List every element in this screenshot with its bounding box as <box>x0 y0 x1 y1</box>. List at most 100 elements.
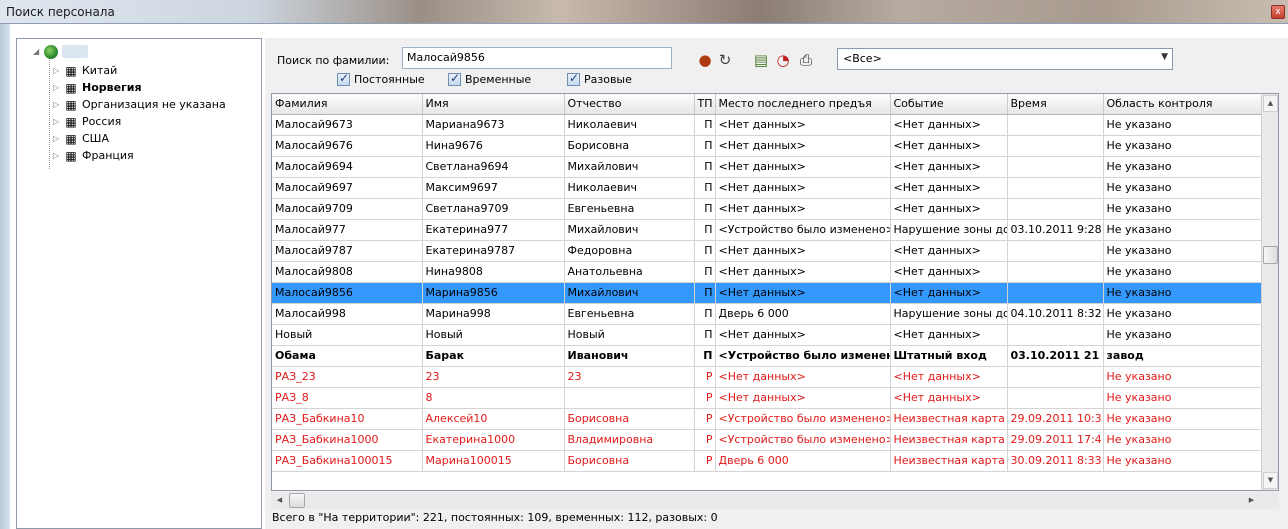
book-icon[interactable]: ▤ <box>751 50 771 70</box>
table-cell: завод <box>1103 345 1262 367</box>
table-cell: Михайлович <box>564 219 695 241</box>
table-cell: Мариана9673 <box>422 114 565 136</box>
organization-tree[interactable]: ◢ Все ▷ ▦ Китай ▷ ▦ Норвегия ▷ ▦ Организация не … <box>16 38 262 529</box>
table-cell: Неизвестная карта <box>890 408 1008 430</box>
table-row[interactable]: Малосай9856 Марина9856 Михайлович П <Нет дан… <box>272 282 1262 304</box>
table-row[interactable]: Малосай9697 Максим9697 Николаевич П <Нет дан… <box>272 177 1262 199</box>
column-header[interactable]: Место последнего предъя <box>715 94 891 115</box>
tree-item[interactable]: ▷ ▦ США <box>53 130 109 147</box>
table-cell: Малосай9694 <box>272 156 423 178</box>
expand-icon[interactable]: ▷ <box>53 83 63 92</box>
table-cell: П <box>694 324 716 346</box>
table-cell: Максим9697 <box>422 177 565 199</box>
permanent-checkbox[interactable]: Постоянные <box>337 71 425 86</box>
tree-item[interactable]: ▷ ▦ Россия <box>53 113 121 130</box>
close-button[interactable]: x <box>1271 5 1285 19</box>
table-cell: Не указано <box>1103 387 1262 409</box>
scroll-left-icon[interactable]: ◀ <box>272 493 287 508</box>
table-cell: Светлана9709 <box>422 198 565 220</box>
table-row[interactable]: РАЗ_Бабкина10 Алексей10 Борисовна Р <Устройс… <box>272 408 1262 430</box>
table-cell <box>1007 177 1104 199</box>
table-cell: РАЗ_Бабкина1000 <box>272 429 423 451</box>
window-title: Поиск персонала <box>6 5 115 19</box>
tree-item[interactable]: ▷ ▦ Китай <box>53 62 117 79</box>
print-icon[interactable]: ⎙ <box>796 50 816 70</box>
table-cell: <Нет данных> <box>715 366 891 388</box>
column-header[interactable]: Фамилия <box>272 94 423 115</box>
filter-dropdown[interactable]: <Все> ▼ <box>837 48 1173 70</box>
tree-root-label: Все <box>62 45 89 58</box>
table-row[interactable]: Малосай9676 Нина9676 Борисовна П <Нет данных… <box>272 135 1262 157</box>
tree-item-label: Китай <box>82 64 118 77</box>
collapse-icon[interactable]: ◢ <box>33 47 43 56</box>
table-row[interactable]: Малосай9709 Светлана9709 Евгеньевна П <Нет д… <box>272 198 1262 220</box>
tree-item[interactable]: ▷ ▦ Норвегия <box>53 79 142 96</box>
table-cell: Не указано <box>1103 282 1262 304</box>
table-row[interactable]: Малосай9694 Светлана9694 Михайлович П <Нет д… <box>272 156 1262 178</box>
expand-icon[interactable]: ▷ <box>53 134 63 143</box>
vertical-scrollbar[interactable]: ▲ ▼ <box>1261 94 1278 490</box>
table-cell: Не указано <box>1103 198 1262 220</box>
column-header[interactable]: ТП <box>694 94 716 115</box>
column-header[interactable]: Область контроля <box>1103 94 1262 115</box>
table-cell: Барак <box>422 345 565 367</box>
table-row[interactable]: Малосай998 Марина998 Евгеньевна П Дверь 6 00… <box>272 303 1262 325</box>
column-header[interactable]: Имя <box>422 94 565 115</box>
vertical-scroll-thumb[interactable] <box>1263 246 1278 264</box>
temporary-checkbox[interactable]: Временные <box>448 71 531 86</box>
table-cell: Николаевич <box>564 114 695 136</box>
building-icon: ▦ <box>65 63 77 78</box>
person-icon[interactable]: ● <box>695 50 715 70</box>
horizontal-scroll-thumb[interactable] <box>289 493 305 508</box>
table-row[interactable]: Малосай977 Екатерина977 Михайлович П <Устрой… <box>272 219 1262 241</box>
onetime-checkbox[interactable]: Разовые <box>567 71 632 86</box>
table-cell: Екатерина9787 <box>422 240 565 262</box>
left-frame <box>0 24 10 529</box>
table-cell: Нарушение зоны доступа <box>890 219 1008 241</box>
check-icon <box>567 71 580 86</box>
expand-icon[interactable]: ▷ <box>53 100 63 109</box>
table-row[interactable]: Обама Барак Иванович П <Устройство было изме… <box>272 345 1262 367</box>
horizontal-scrollbar[interactable]: ◀ ▶ <box>271 492 1279 509</box>
table-cell: Михайлович <box>564 156 695 178</box>
table-cell: П <box>694 303 716 325</box>
expand-icon[interactable]: ▷ <box>53 117 63 126</box>
table-row[interactable]: Малосай9673 Мариана9673 Николаевич П <Нет да… <box>272 114 1262 136</box>
clock-icon[interactable]: ◔ <box>773 50 793 70</box>
table-row[interactable]: Малосай9787 Екатерина9787 Федоровна П <Нет д… <box>272 240 1262 262</box>
column-header[interactable]: Событие <box>890 94 1008 115</box>
personnel-table[interactable]: Фамилия Имя Отчество ТП Место последнего пре… <box>271 93 1279 491</box>
refresh-icon[interactable]: ↻ <box>715 50 735 70</box>
column-header[interactable]: Отчество <box>564 94 695 115</box>
tree-item[interactable]: ▷ ▦ Организация не указана <box>53 96 226 113</box>
table-row[interactable]: Новый Новый Новый П <Нет данных> <Нет данных>… <box>272 324 1262 346</box>
table-cell: <Устройство было изменено> <box>715 345 891 367</box>
table-cell: <Нет данных> <box>890 324 1008 346</box>
scroll-up-icon[interactable]: ▲ <box>1263 95 1278 112</box>
table-cell: Евгеньевна <box>564 303 695 325</box>
table-cell <box>1007 261 1104 283</box>
scroll-down-icon[interactable]: ▼ <box>1263 472 1278 489</box>
table-row[interactable]: РАЗ_Бабкина100015 Марина100015 Борисовна Р Д… <box>272 450 1262 472</box>
surname-search-input[interactable]: Малосай9856 <box>402 47 672 69</box>
table-row[interactable]: РАЗ_23 23 23 Р <Нет данных> <Нет данных> Не ук… <box>272 366 1262 388</box>
table-cell: Не указано <box>1103 156 1262 178</box>
tree-item[interactable]: ▷ ▦ Франция <box>53 147 134 164</box>
expand-icon[interactable]: ▷ <box>53 151 63 160</box>
tree-root[interactable]: ◢ Все <box>33 43 89 60</box>
column-header[interactable]: Время <box>1007 94 1104 115</box>
table-cell: <Нет данных> <box>715 261 891 283</box>
table-cell <box>1007 114 1104 136</box>
tree-item-label: Организация не указана <box>82 98 226 111</box>
table-row[interactable]: РАЗ_Бабкина1000 Екатерина1000 Владимировна… <box>272 429 1262 451</box>
table-row[interactable]: РАЗ_8 8 Р <Нет данных> <Нет данных> Не указан… <box>272 387 1262 409</box>
table-cell: Марина998 <box>422 303 565 325</box>
chevron-down-icon[interactable]: ▼ <box>1161 52 1168 62</box>
table-row[interactable]: Малосай9808 Нина9808 Анатольевна П <Нет данн… <box>272 261 1262 283</box>
table-cell: Не указано <box>1103 429 1262 451</box>
scroll-right-icon[interactable]: ▶ <box>1244 493 1259 508</box>
table-cell: Малосай9709 <box>272 198 423 220</box>
table-cell: Новый <box>564 324 695 346</box>
expand-icon[interactable]: ▷ <box>53 66 63 75</box>
table-cell: Владимировна <box>564 429 695 451</box>
